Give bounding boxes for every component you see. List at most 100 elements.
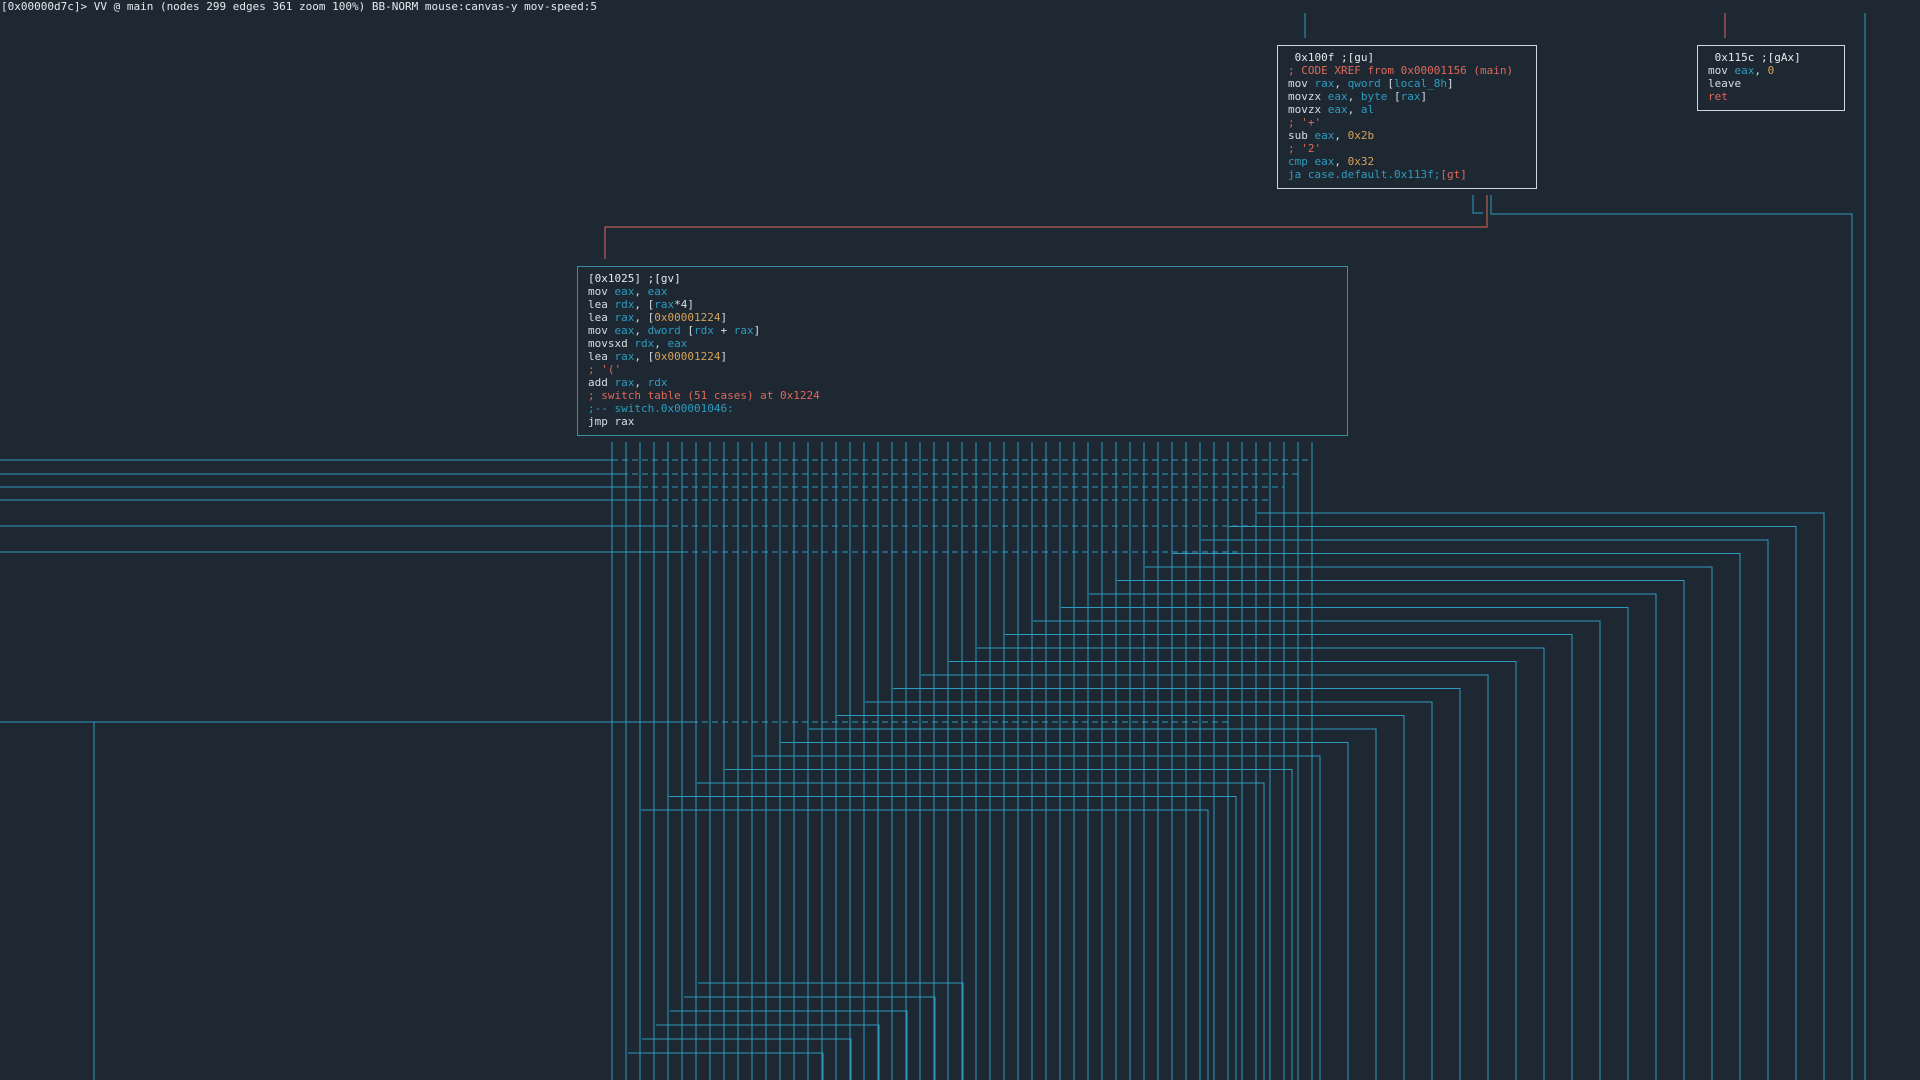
asm-line: lea rax, [0x00001224] xyxy=(588,311,1347,324)
asm-line: 0x115c ;[gAx] xyxy=(1708,51,1844,64)
asm-token: eax xyxy=(667,337,688,350)
asm-token: rax xyxy=(654,298,675,311)
asm-token: , xyxy=(634,285,648,298)
asm-token: 0x115c ;[gAx] xyxy=(1708,51,1801,64)
graph-canvas[interactable]: [0x00000d7c]> VV @ main (nodes 299 edges… xyxy=(0,0,1920,1080)
asm-line: movzx eax, byte [rax] xyxy=(1288,90,1536,103)
asm-line: ret xyxy=(1708,90,1844,103)
asm-token: 0x32 xyxy=(1347,155,1375,168)
asm-token: 0x00001224 xyxy=(654,350,721,363)
asm-token: movzx xyxy=(1288,90,1328,103)
asm-token: ;-- switch.0x00001046: xyxy=(588,402,734,415)
asm-line: leave xyxy=(1708,77,1844,90)
asm-line: ; switch table (51 cases) at 0x1224 xyxy=(588,389,1347,402)
asm-token: rax xyxy=(614,350,635,363)
asm-token: , [ xyxy=(634,298,655,311)
asm-token: 0x100f ;[gu] xyxy=(1288,51,1375,64)
asm-token: rax xyxy=(1314,77,1335,90)
asm-token: eax xyxy=(1734,64,1755,77)
node-0x100f[interactable]: 0x100f ;[gu]; CODE XREF from 0x00001156 … xyxy=(1277,45,1537,189)
graph-edge-89 xyxy=(781,742,1349,1080)
asm-token: [ xyxy=(1387,90,1401,103)
asm-token: , [ xyxy=(634,311,655,324)
asm-token: , xyxy=(1334,129,1348,142)
graph-edge-3 xyxy=(604,195,1488,259)
asm-line: movzx eax, al xyxy=(1288,103,1536,116)
asm-line: sub eax, 0x2b xyxy=(1288,129,1536,142)
asm-token: mov xyxy=(588,324,615,337)
asm-token: movzx xyxy=(1288,103,1328,116)
asm-token: *4] xyxy=(674,298,694,311)
graph-edge-97 xyxy=(670,1010,908,1080)
asm-token: 0 xyxy=(1767,64,1775,77)
asm-token: rax xyxy=(1400,90,1421,103)
graph-edge-72 xyxy=(1257,512,1825,1080)
asm-token: mov xyxy=(588,285,615,298)
asm-line: 0x100f ;[gu] xyxy=(1288,51,1536,64)
graph-edge-80 xyxy=(1033,620,1601,1080)
asm-token: rdx xyxy=(694,324,714,337)
asm-line: ja case.default.0x113f;[gt] xyxy=(1288,168,1536,181)
asm-token: dword xyxy=(647,324,681,337)
asm-token: rax xyxy=(614,376,635,389)
asm-token: local_8h xyxy=(1394,77,1447,90)
asm-token: [ xyxy=(680,324,694,337)
asm-token: lea xyxy=(588,298,615,311)
graph-edge-4 xyxy=(1472,195,1483,214)
asm-token: movsxd xyxy=(588,337,635,350)
asm-token: 0x2b xyxy=(1347,129,1375,142)
graph-edge-75 xyxy=(1173,553,1741,1080)
asm-token: ret xyxy=(1708,90,1728,103)
asm-line: mov rax, qword [local_8h] xyxy=(1288,77,1536,90)
graph-edge-91 xyxy=(725,769,1293,1080)
graph-edge-92 xyxy=(697,782,1265,1080)
asm-line: ; CODE XREF from 0x00001156 (main) xyxy=(1288,64,1536,77)
asm-token: rdx xyxy=(614,298,635,311)
node-0x1025-switch[interactable]: [0x1025] ;[gv] mov eax, eax lea rdx, [rax*… xyxy=(577,266,1348,436)
asm-line: lea rax, [0x00001224] xyxy=(588,350,1347,363)
asm-token: ; '(' xyxy=(588,363,622,376)
asm-token: [0x1025] ;[gv] xyxy=(588,272,681,285)
asm-token: eax xyxy=(614,285,635,298)
asm-token: mov xyxy=(1708,64,1735,77)
asm-token: , xyxy=(1347,103,1361,116)
asm-line: ;-- switch.0x00001046: xyxy=(588,402,1347,415)
asm-token: ; '+' xyxy=(1288,116,1322,129)
asm-token: , xyxy=(1754,64,1768,77)
graph-edge-73 xyxy=(1229,526,1797,1080)
graph-edge-77 xyxy=(1117,580,1685,1080)
graph-edge-82 xyxy=(977,647,1545,1080)
asm-token: rax xyxy=(614,311,635,324)
asm-token: eax xyxy=(1314,129,1335,142)
graph-edge-84 xyxy=(921,674,1489,1080)
asm-token: rax xyxy=(733,324,754,337)
asm-token: , xyxy=(1334,155,1348,168)
asm-token: eax xyxy=(1327,103,1348,116)
asm-token: , xyxy=(634,376,648,389)
asm-line: [0x1025] ;[gv] xyxy=(588,272,1347,285)
asm-line: mov eax, 0 xyxy=(1708,64,1844,77)
asm-line: ; '(' xyxy=(588,363,1347,376)
node-0x115c[interactable]: 0x115c ;[gAx] mov eax, 0 leave ret xyxy=(1697,45,1845,111)
asm-line: mov eax, eax xyxy=(588,285,1347,298)
asm-token: qword xyxy=(1347,77,1381,90)
asm-token: ] xyxy=(1420,90,1428,103)
asm-token: rdx xyxy=(647,376,668,389)
asm-token: eax xyxy=(1327,90,1348,103)
asm-token: jmp rax xyxy=(588,415,635,428)
asm-token: al xyxy=(1360,103,1375,116)
graph-edge-79 xyxy=(1061,607,1629,1080)
asm-token: ; CODE XREF from 0x00001156 (main) xyxy=(1288,64,1514,77)
graph-edge-90 xyxy=(753,755,1321,1080)
asm-token: , xyxy=(1334,77,1348,90)
asm-line: add rax, rdx xyxy=(588,376,1347,389)
asm-token: cmp xyxy=(1288,155,1315,168)
asm-token: ] xyxy=(1446,77,1454,90)
asm-token: ] xyxy=(720,311,728,324)
graph-edge-81 xyxy=(1005,634,1573,1080)
asm-line: ; '2' xyxy=(1288,142,1536,155)
graph-edge-78 xyxy=(1089,593,1657,1080)
asm-token: 0x00001224 xyxy=(654,311,721,324)
asm-token: , xyxy=(654,337,668,350)
asm-token: , xyxy=(634,324,648,337)
